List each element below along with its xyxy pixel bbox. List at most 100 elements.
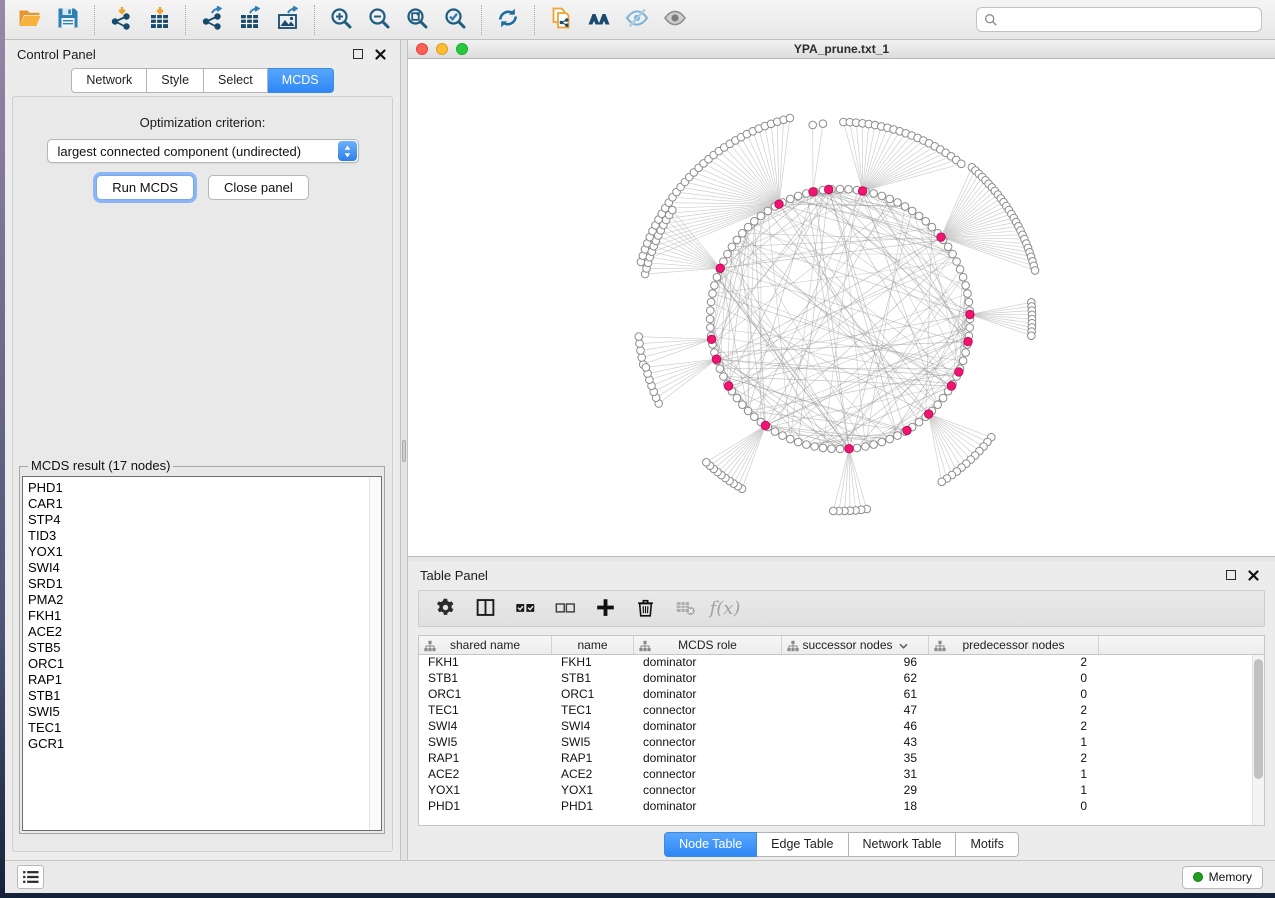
graph-node[interactable] <box>779 432 787 440</box>
cell-MCDS-role[interactable]: dominator <box>634 655 782 671</box>
cell-name[interactable]: SWI5 <box>552 735 634 751</box>
graph-mcds-hub-node[interactable] <box>707 335 715 343</box>
graph-node[interactable] <box>803 441 811 449</box>
mcds-list-scrollbar[interactable] <box>369 477 381 830</box>
graph-satellite-node[interactable] <box>958 160 966 168</box>
cell-successor-nodes[interactable]: 61 <box>782 687 929 703</box>
graph-node[interactable] <box>949 250 957 258</box>
graph-satellite-node[interactable] <box>636 340 644 348</box>
graph-satellite-node[interactable] <box>703 459 711 467</box>
graph-node[interactable] <box>845 186 853 194</box>
graph-node[interactable] <box>870 190 878 198</box>
cell-predecessor-nodes[interactable]: 1 <box>929 783 1099 799</box>
graph-node[interactable] <box>959 357 967 365</box>
search-box[interactable] <box>976 7 1262 32</box>
mcds-result-item[interactable]: STB5 <box>28 640 381 656</box>
table-settings-button[interactable] <box>427 594 463 624</box>
graph-node[interactable] <box>853 444 861 452</box>
cell-predecessor-nodes[interactable]: 2 <box>929 703 1099 719</box>
graph-mcds-hub-node[interactable] <box>955 368 963 376</box>
graph-node[interactable] <box>966 324 974 332</box>
memory-button[interactable]: Memory <box>1182 866 1263 889</box>
graph-node[interactable] <box>836 185 844 193</box>
graph-node[interactable] <box>706 315 714 323</box>
graph-mcds-hub-node[interactable] <box>937 233 945 241</box>
cell-successor-nodes[interactable]: 35 <box>782 751 929 767</box>
cell-shared-name[interactable]: SWI4 <box>419 719 552 735</box>
graph-node[interactable] <box>707 307 715 315</box>
function-builder-button[interactable]: f(x) <box>707 594 743 624</box>
split-panel-button[interactable] <box>467 594 503 624</box>
graph-satellite-node[interactable] <box>786 114 794 122</box>
graph-node[interactable] <box>819 444 827 452</box>
cell-successor-nodes[interactable]: 29 <box>782 783 929 799</box>
graph-node[interactable] <box>707 324 715 332</box>
graph-node[interactable] <box>878 438 886 446</box>
tab-node-table[interactable]: Node Table <box>664 832 757 857</box>
cell-successor-nodes[interactable]: 18 <box>782 799 929 815</box>
cell-MCDS-role[interactable]: connector <box>634 767 782 783</box>
graph-satellite-node[interactable] <box>830 507 838 515</box>
close-panel-button[interactable]: Close panel <box>208 175 309 200</box>
tab-select[interactable]: Select <box>204 68 268 93</box>
unselect-all-columns-button[interactable] <box>547 594 583 624</box>
graph-mcds-hub-node[interactable] <box>809 188 817 196</box>
column-header-name[interactable]: name <box>552 636 634 654</box>
cell-MCDS-role[interactable]: dominator <box>634 719 782 735</box>
table-scrollbar-thumb[interactable] <box>1254 659 1263 779</box>
table-scrollbar[interactable] <box>1252 655 1264 825</box>
graph-node[interactable] <box>836 445 844 453</box>
graph-node[interactable] <box>744 407 752 415</box>
graph-node[interactable] <box>953 258 961 266</box>
cell-name[interactable]: STB1 <box>552 671 634 687</box>
tab-network[interactable]: Network <box>71 68 147 93</box>
mcds-result-item[interactable]: SWI5 <box>28 704 381 720</box>
cell-predecessor-nodes[interactable]: 0 <box>929 799 1099 815</box>
cell-MCDS-role[interactable]: dominator <box>634 799 782 815</box>
task-history-button[interactable] <box>17 865 44 889</box>
graph-node[interactable] <box>787 195 795 203</box>
graph-mcds-hub-node[interactable] <box>966 310 974 318</box>
export-table-button[interactable] <box>231 4 269 36</box>
graph-node[interactable] <box>915 212 923 220</box>
mcds-result-item[interactable]: FKH1 <box>28 608 381 624</box>
graph-satellite-node[interactable] <box>1031 267 1039 275</box>
cell-shared-name[interactable]: YOX1 <box>419 783 552 799</box>
mcds-result-item[interactable]: PHD1 <box>28 480 381 496</box>
mcds-result-item[interactable]: CAR1 <box>28 496 381 512</box>
table-row[interactable]: YOX1YOX1connector291 <box>419 783 1264 799</box>
graph-node[interactable] <box>928 223 936 231</box>
export-network-button[interactable] <box>193 4 231 36</box>
cell-MCDS-role[interactable]: connector <box>634 783 782 799</box>
graph-mcds-hub-node[interactable] <box>903 426 911 434</box>
graph-node[interactable] <box>944 243 952 251</box>
cell-name[interactable]: ACE2 <box>552 767 634 783</box>
cell-MCDS-role[interactable]: dominator <box>634 751 782 767</box>
tab-motifs[interactable]: Motifs <box>956 832 1018 857</box>
graph-mcds-hub-node[interactable] <box>964 337 972 345</box>
mcds-result-item[interactable]: TEC1 <box>28 720 381 736</box>
graph-node[interactable] <box>908 207 916 215</box>
graph-node[interactable] <box>751 218 759 226</box>
column-header-MCDS-role[interactable]: MCDS role <box>634 636 782 654</box>
table-row[interactable]: ORC1ORC1dominator610 <box>419 687 1264 703</box>
cell-predecessor-nodes[interactable]: 2 <box>929 655 1099 671</box>
search-input[interactable] <box>998 10 1261 30</box>
graph-node[interactable] <box>713 273 721 281</box>
graph-mcds-hub-node[interactable] <box>858 187 866 195</box>
splitter-grip[interactable] <box>402 440 406 462</box>
zoom-selected-button[interactable] <box>436 4 474 36</box>
graph-mcds-hub-node[interactable] <box>845 445 853 453</box>
table-row[interactable]: RAP1RAP1dominator352 <box>419 751 1264 767</box>
cell-MCDS-role[interactable]: dominator <box>634 687 782 703</box>
cell-shared-name[interactable]: SWI5 <box>419 735 552 751</box>
graph-mcds-hub-node[interactable] <box>761 421 769 429</box>
graph-node[interactable] <box>764 207 772 215</box>
graph-node[interactable] <box>870 441 878 449</box>
network-canvas[interactable] <box>408 59 1275 556</box>
table-row[interactable]: SWI5SWI5connector431 <box>419 735 1264 751</box>
cell-successor-nodes[interactable]: 46 <box>782 719 929 735</box>
mcds-result-list[interactable]: PHD1CAR1STP4TID3YOX1SWI4SRD1PMA2FKH1ACE2… <box>22 476 382 831</box>
graph-satellite-node[interactable] <box>819 120 827 128</box>
graph-satellite-node[interactable] <box>637 347 645 355</box>
